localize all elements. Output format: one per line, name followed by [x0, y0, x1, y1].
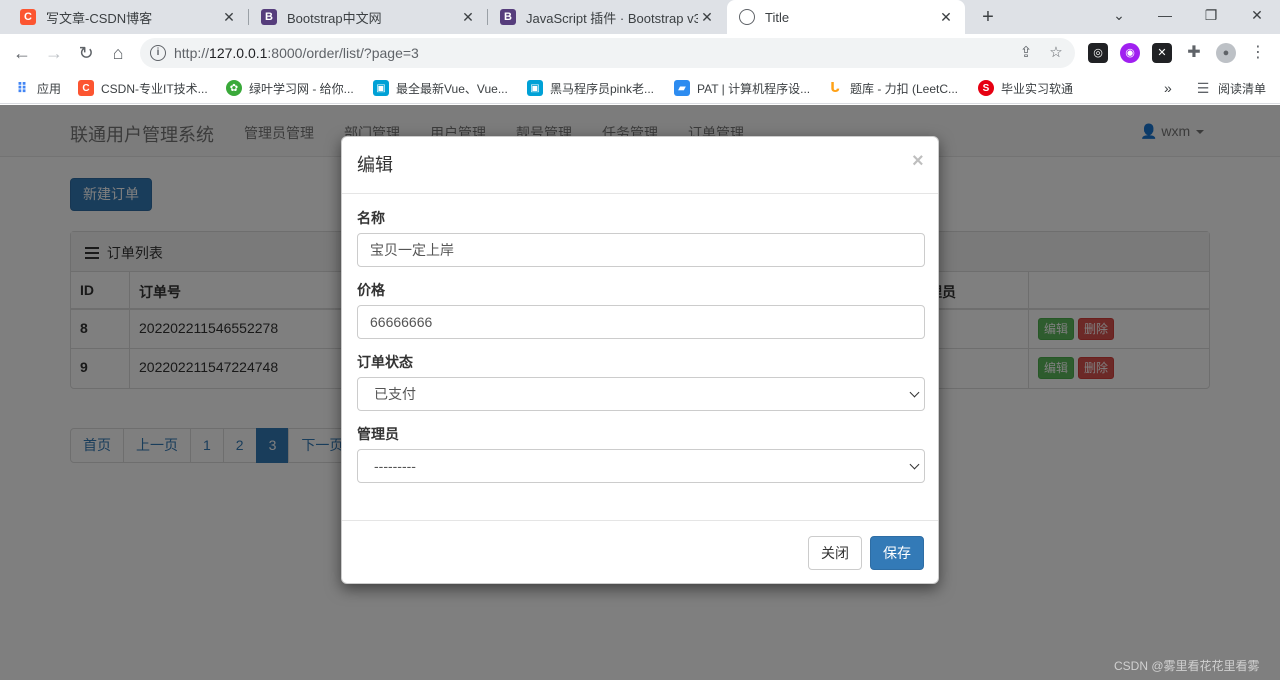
modal-body: 名称 宝贝一定上岸 价格 66666666 订单状态 已支付 管理员 -----… — [357, 209, 925, 497]
csdn-icon: C — [20, 9, 36, 25]
browser-tab-title[interactable]: Title ✕ — [727, 0, 965, 34]
back-arrow-icon[interactable]: ← — [8, 39, 36, 67]
browser-tab-strip: C 写文章-CSDN博客 ✕ B Bootstrap中文网 ✕ B JavaSc… — [0, 0, 1280, 34]
chevron-down-icon — [909, 459, 920, 470]
bookmark-label: CSDN-专业IT技术... — [101, 81, 208, 96]
tab-title: Bootstrap中文网 — [287, 10, 382, 26]
leaf-icon: ✿ — [226, 80, 242, 96]
status-select[interactable]: 已支付 — [357, 377, 925, 411]
browser-tab-csdn[interactable]: C 写文章-CSDN博客 ✕ — [8, 0, 248, 34]
close-tab-icon[interactable]: ✕ — [937, 9, 955, 26]
bookmark-label: 最全最新Vue、Vue... — [396, 81, 508, 96]
window-close-icon[interactable]: ✕ — [1234, 0, 1280, 34]
modal-header: 编辑 — [342, 137, 938, 194]
extension-icon[interactable]: ◉ — [1120, 43, 1140, 63]
close-tab-icon[interactable]: ✕ — [698, 9, 716, 26]
close-button[interactable]: 关闭 — [808, 536, 862, 570]
tab-title: Title — [765, 9, 790, 25]
bookmarks-bar: ⠿ 应用 C CSDN-专业IT技术... ✿ 绿叶学习网 - 给你... ▣ … — [0, 72, 1280, 104]
bookmark-star-icon[interactable]: ☆ — [1046, 43, 1066, 63]
bookmark-label: 题库 - 力扣 (LeetC... — [850, 81, 959, 96]
bookmark-label: 应用 — [37, 81, 62, 96]
bootstrap-icon: B — [500, 9, 516, 25]
profile-avatar-icon[interactable]: ● — [1216, 43, 1236, 63]
form-group-status: 订单状态 已支付 — [357, 353, 925, 411]
leetcode-icon: ᒐ — [830, 80, 840, 95]
bookmark-pat[interactable]: ▰ PAT | 计算机程序设... — [674, 78, 810, 98]
bookmark-label: 黑马程序员pink老... — [550, 81, 655, 96]
url-text[interactable]: http://127.0.0.1:8000/order/list/?page=3 — [174, 45, 419, 61]
chevron-down-icon — [909, 387, 920, 398]
minimize-icon[interactable]: — — [1142, 0, 1188, 34]
reading-list[interactable]: ☰ 阅读清单 — [1195, 78, 1266, 98]
status-selected-value: 已支付 — [374, 386, 416, 402]
form-group-name: 名称 宝贝一定上岸 — [357, 209, 925, 267]
admin-select[interactable]: --------- — [357, 449, 925, 483]
edit-modal: 编辑 × 名称 宝贝一定上岸 价格 66666666 订单状态 已支付 管理员 — [341, 136, 939, 584]
price-label: 价格 — [357, 282, 385, 298]
puzzle-icon[interactable]: ✚ — [1184, 43, 1204, 63]
bookmark-isoft[interactable]: S 毕业实习软通 — [978, 78, 1073, 98]
bookmark-heima[interactable]: ▣ 黑马程序员pink老... — [527, 78, 654, 98]
status-label: 订单状态 — [357, 354, 413, 370]
name-label: 名称 — [357, 210, 385, 226]
watermark: CSDN @雾里看花花里看雾 — [1114, 659, 1260, 673]
browser-tab-bootstrap-js[interactable]: B JavaScript 插件 · Bootstrap v3 ✕ — [488, 0, 726, 34]
pat-icon: ▰ — [674, 80, 690, 96]
address-bar[interactable]: i http://127.0.0.1:8000/order/list/?page… — [140, 38, 1075, 68]
reload-icon[interactable]: ↻ — [72, 39, 100, 67]
globe-icon — [739, 9, 755, 25]
home-icon[interactable]: ⌂ — [104, 39, 132, 67]
share-icon[interactable]: ⇪ — [1016, 43, 1036, 63]
reading-list-icon: ☰ — [1196, 79, 1210, 96]
bookmark-lvye[interactable]: ✿ 绿叶学习网 - 给你... — [226, 78, 354, 98]
restore-icon[interactable]: ❐ — [1188, 0, 1234, 34]
tab-search-icon[interactable]: ⌄ — [1096, 0, 1142, 34]
form-group-admin: 管理员 --------- — [357, 425, 925, 483]
url-scheme: http:// — [174, 45, 210, 61]
browser-tab-bootstrap-cn[interactable]: B Bootstrap中文网 ✕ — [249, 0, 487, 34]
tab-title: 写文章-CSDN博客 — [46, 10, 153, 26]
bookmark-csdn[interactable]: C CSDN-专业IT技术... — [78, 78, 208, 98]
forward-arrow-icon[interactable]: → — [40, 39, 68, 67]
bookmarks-more-icon[interactable]: » — [1164, 78, 1172, 98]
csdn-icon: C — [78, 80, 94, 96]
price-input[interactable]: 66666666 — [357, 305, 925, 339]
bookmark-label: 毕业实习软通 — [1001, 81, 1074, 96]
bookmark-label: 绿叶学习网 - 给你... — [249, 81, 354, 96]
bookmark-leetcode[interactable]: ᒐ 题库 - 力扣 (LeetC... — [827, 78, 958, 98]
close-tab-icon[interactable]: ✕ — [459, 9, 477, 26]
bilibili-icon: ▣ — [527, 80, 543, 96]
url-host: 127.0.0.1 — [209, 45, 268, 61]
admin-selected-value: --------- — [374, 458, 416, 474]
save-button[interactable]: 保存 — [870, 536, 924, 570]
extension-icon[interactable]: ◎ — [1088, 43, 1108, 63]
tab-title: JavaScript 插件 · Bootstrap v3 — [526, 10, 698, 26]
modal-close-icon[interactable]: × — [912, 151, 924, 171]
site-info-icon[interactable]: i — [150, 45, 166, 61]
bilibili-icon: ▣ — [373, 80, 389, 96]
apps-grid-icon: ⠿ — [16, 79, 28, 96]
form-group-price: 价格 66666666 — [357, 281, 925, 339]
close-tab-icon[interactable]: ✕ — [220, 9, 238, 26]
bookmark-label: PAT | 计算机程序设... — [697, 81, 811, 96]
admin-label: 管理员 — [357, 426, 399, 442]
new-tab-icon[interactable]: + — [976, 4, 1000, 30]
modal-title: 编辑 — [357, 155, 393, 175]
modal-footer: 关闭 保存 — [342, 520, 938, 584]
reading-list-label: 阅读清单 — [1218, 81, 1267, 96]
url-path: :8000/order/list/?page=3 — [267, 45, 419, 61]
bookmark-vue[interactable]: ▣ 最全最新Vue、Vue... — [373, 78, 508, 98]
menu-dots-icon[interactable]: ⋮ — [1248, 43, 1268, 63]
name-input[interactable]: 宝贝一定上岸 — [357, 233, 925, 267]
bootstrap-icon: B — [261, 9, 277, 25]
page-viewport: 联通用户管理系统 管理员管理 部门管理 用户管理 靓号管理 任务管理 订单管理 … — [0, 105, 1280, 680]
bookmark-apps[interactable]: ⠿ 应用 — [14, 78, 61, 98]
extension-icon[interactable]: ✕ — [1152, 43, 1172, 63]
browser-toolbar: ← → ↻ ⌂ i http://127.0.0.1:8000/order/li… — [0, 34, 1280, 72]
isoft-icon: S — [978, 80, 994, 96]
